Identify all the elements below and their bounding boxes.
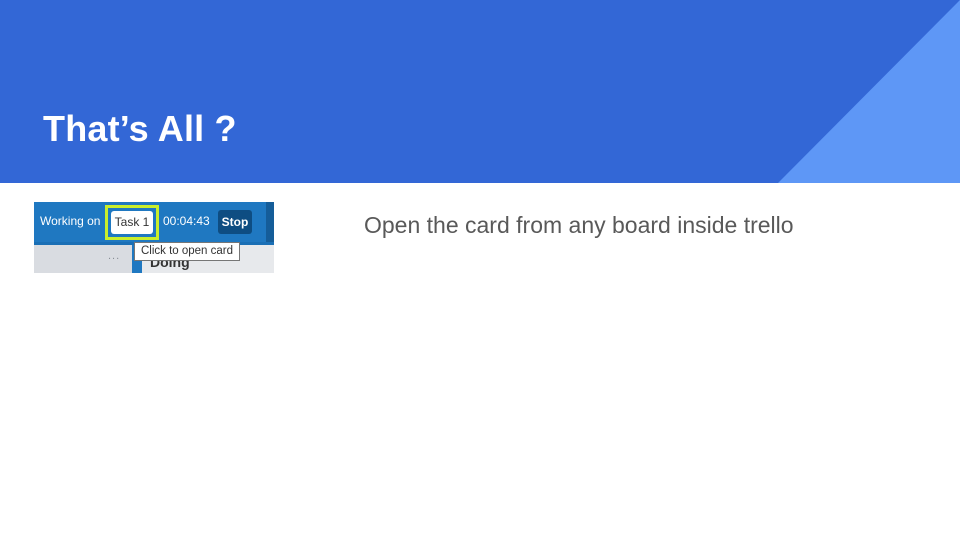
slide-header: That’s All ? xyxy=(0,0,960,183)
slide-body-text: Open the card from any board inside trel… xyxy=(364,212,794,238)
tooltip: Click to open card xyxy=(134,242,240,261)
timer-display: 00:04:43 xyxy=(163,214,210,228)
header-corner-decoration xyxy=(778,0,960,183)
stop-button[interactable]: Stop xyxy=(218,210,252,234)
working-on-label: Working on xyxy=(40,214,101,228)
list-menu-dots[interactable]: ... xyxy=(108,250,120,262)
slide-title: That’s All ? xyxy=(43,108,237,149)
slide: That’s All ? Working on Task 1 00:04:43 … xyxy=(0,0,960,540)
task-button[interactable]: Task 1 xyxy=(111,211,153,234)
task-highlight-box: Task 1 xyxy=(105,205,159,240)
embedded-screenshot: Working on Task 1 00:04:43 Stop ... Doin… xyxy=(34,202,274,273)
